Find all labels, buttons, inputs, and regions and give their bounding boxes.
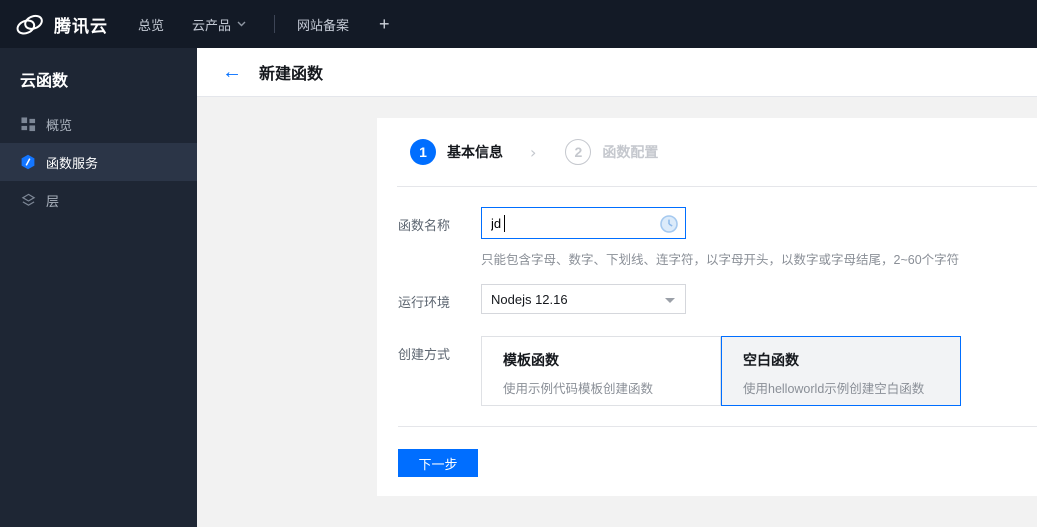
step-wizard: 1 基本信息 › 2 函数配置 <box>397 118 1037 187</box>
text-cursor <box>504 215 505 232</box>
template-function-card[interactable]: 模板函数 使用示例代码模板创建函数 <box>481 336 721 406</box>
function-name-hint: 只能包含字母、数字、下划线、连字符，以字母开头，以数字或字母结尾，2~60个字符 <box>481 253 960 267</box>
template-function-title: 模板函数 <box>503 352 559 368</box>
step-2-circle: 2 <box>565 139 592 165</box>
function-name-input-box <box>481 207 686 239</box>
template-function-desc: 使用示例代码模板创建函数 <box>503 382 654 396</box>
back-arrow-icon[interactable]: ← <box>222 62 242 82</box>
create-function-panel: 1 基本信息 › 2 函数配置 函数名称 jd 只能包含字母、数字、下划线、连字… <box>377 118 1037 496</box>
top-navbar: 腾讯云 总览 云产品 网站备案 + <box>0 0 1037 48</box>
step-separator-chevron-icon: › <box>530 142 537 162</box>
content-area: 1 基本信息 › 2 函数配置 函数名称 jd 只能包含字母、数字、下划线、连字… <box>197 97 1037 527</box>
cloud-logo-icon <box>14 13 45 36</box>
runtime-label: 运行环境 <box>398 295 451 310</box>
sidebar-title: 云函数 <box>20 73 69 90</box>
main-area: ← 新建函数 1 基本信息 › 2 函数配置 函数名称 jd 只能包含字母、数字… <box>197 48 1037 527</box>
blank-function-desc: 使用helloworld示例创建空白函数 <box>743 382 925 396</box>
function-name-label: 函数名称 <box>398 218 451 233</box>
step-function-config: 2 函数配置 <box>565 139 658 165</box>
runtime-select[interactable]: Nodejs 12.16 <box>481 284 686 314</box>
creation-method-label: 创建方式 <box>398 347 451 362</box>
layers-icon <box>20 192 36 208</box>
step-1-label: 基本信息 <box>447 144 503 160</box>
creation-method-row: 创建方式 模板函数 使用示例代码模板创建函数 空白函数 使用helloworld… <box>398 336 1037 406</box>
sidebar-item-layers[interactable]: 层 <box>0 181 197 219</box>
page-title: 新建函数 <box>259 66 324 83</box>
blank-function-title: 空白函数 <box>743 352 799 368</box>
validation-pending-clock-icon <box>660 215 678 233</box>
nav-item-products[interactable]: 云产品 <box>192 15 246 34</box>
brand-name: 腾讯云 <box>54 16 108 36</box>
step-1-circle: 1 <box>410 139 436 165</box>
function-name-input[interactable] <box>482 208 685 238</box>
step-basic-info: 1 基本信息 <box>410 139 503 165</box>
sidebar-item-label: 概览 <box>46 117 73 133</box>
step-2-label: 函数配置 <box>602 144 659 160</box>
creation-method-cards: 模板函数 使用示例代码模板创建函数 空白函数 使用helloworld示例创建空… <box>481 336 961 406</box>
function-name-row: 函数名称 jd 只能包含字母、数字、下划线、连字符，以字母开头，以数字或字母结尾… <box>398 207 1037 268</box>
chevron-down-icon <box>237 21 246 27</box>
tencent-cloud-logo[interactable]: 腾讯云 <box>14 12 108 37</box>
sidebar: 云函数 概览 函数服务 层 <box>0 48 197 527</box>
grid-overview-icon <box>20 116 36 132</box>
blank-function-card[interactable]: 空白函数 使用helloworld示例创建空白函数 <box>721 336 961 406</box>
basic-info-form: 函数名称 jd 只能包含字母、数字、下划线、连字符，以字母开头，以数字或字母结尾… <box>397 187 1037 477</box>
sidebar-item-function-service[interactable]: 函数服务 <box>0 143 197 181</box>
form-divider <box>398 426 1037 427</box>
select-caret-icon <box>665 298 675 303</box>
sidebar-item-label: 函数服务 <box>46 155 99 171</box>
runtime-row: 运行环境 Nodejs 12.16 <box>398 284 1037 314</box>
nav-items: 总览 云产品 网站备案 + <box>138 15 390 34</box>
next-step-button[interactable]: 下一步 <box>398 449 478 477</box>
sidebar-item-label: 层 <box>46 193 60 209</box>
nav-item-beian[interactable]: 网站备案 <box>297 15 349 34</box>
runtime-selected-value: Nodejs 12.16 <box>491 291 568 307</box>
nav-divider <box>274 15 276 33</box>
add-tab-icon[interactable]: + <box>379 15 390 33</box>
page-header: ← 新建函数 <box>197 48 1037 97</box>
nav-item-overview[interactable]: 总览 <box>138 15 164 34</box>
sidebar-item-overview[interactable]: 概览 <box>0 105 197 143</box>
function-hexagon-icon <box>20 154 36 170</box>
